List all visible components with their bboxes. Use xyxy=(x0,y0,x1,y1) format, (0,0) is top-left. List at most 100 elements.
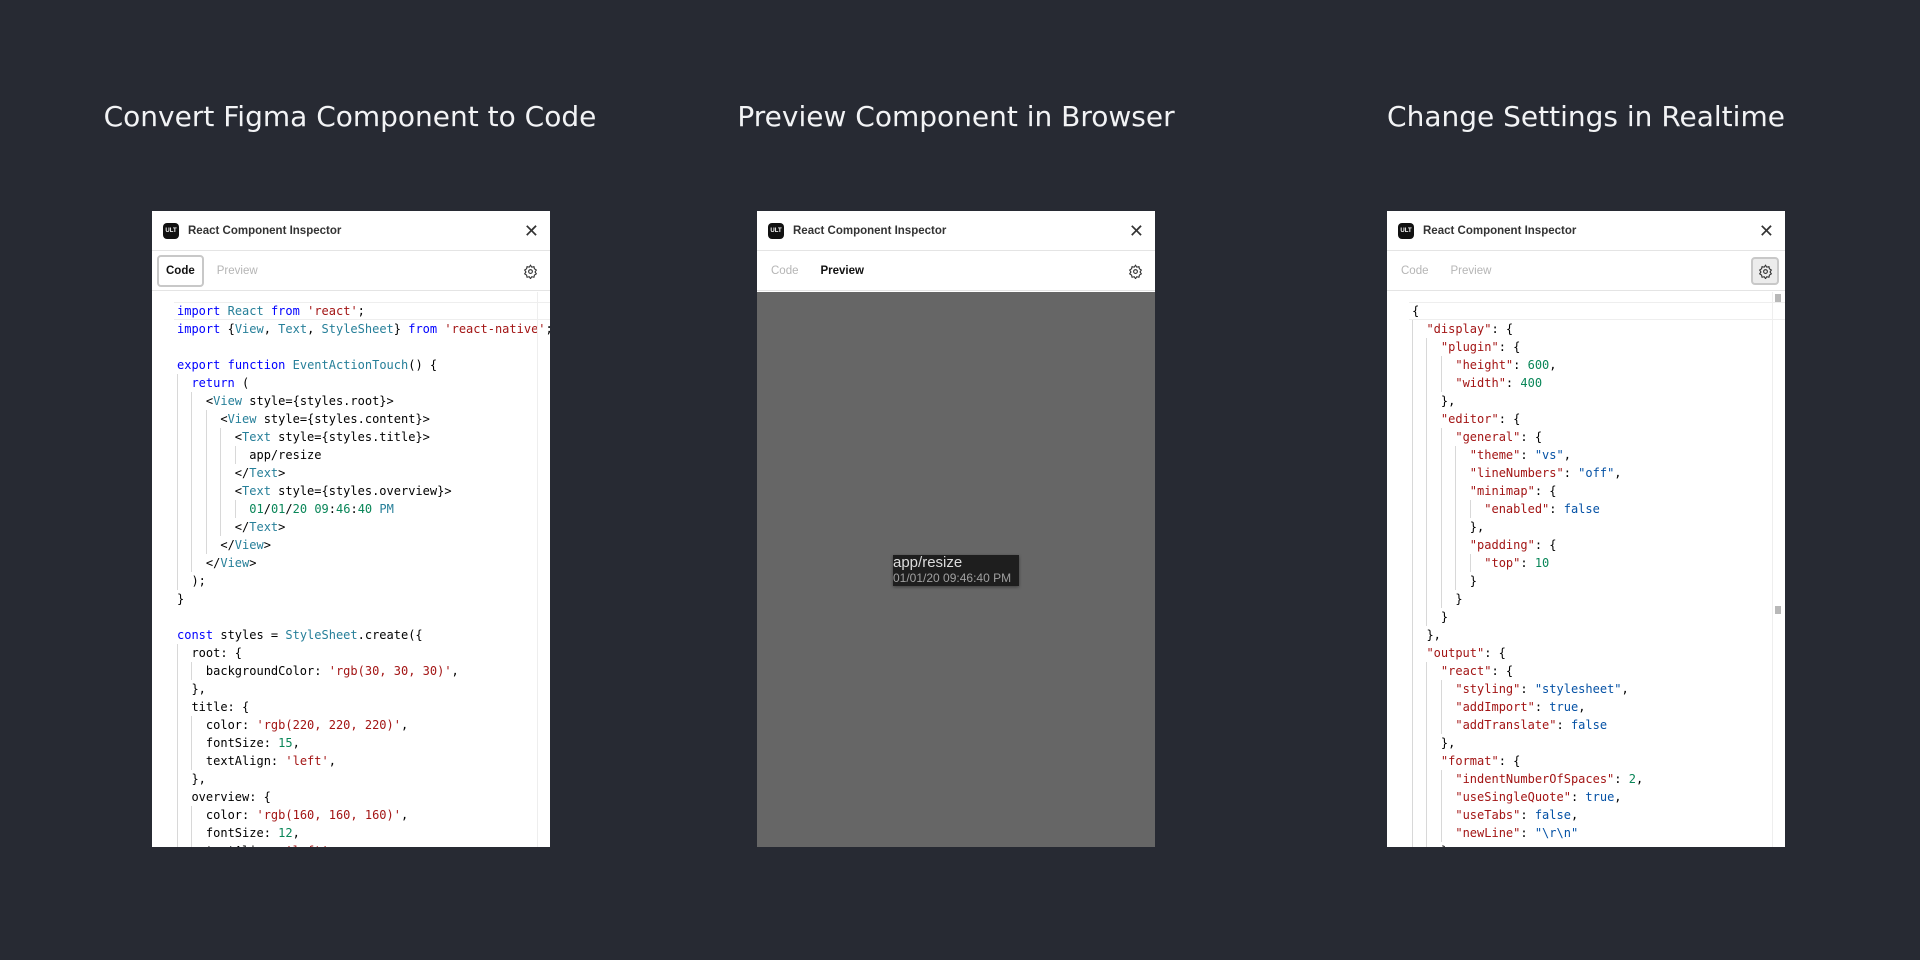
code-token: : xyxy=(328,502,336,516)
gear-icon[interactable] xyxy=(1751,257,1779,285)
indent-guide xyxy=(1412,788,1413,806)
code-token: overview: { xyxy=(191,790,271,804)
indent-guide xyxy=(191,824,193,842)
code-lines: import React from 'react'; import {View, … xyxy=(174,302,550,847)
indent-guide xyxy=(191,752,193,770)
code-line: "general": { xyxy=(1412,428,1785,446)
indent-guide xyxy=(177,518,178,536)
indent-guide xyxy=(1412,518,1413,536)
code-line: app/resize xyxy=(177,446,550,464)
indent-guide xyxy=(234,500,236,518)
code-token: true xyxy=(1549,700,1579,714)
indent-guide xyxy=(1455,482,1457,500)
code-token: color: xyxy=(205,808,257,822)
code-token: , xyxy=(1635,772,1644,786)
code-line: "indentNumberOfSpaces": 2, xyxy=(1412,770,1785,788)
code-token: } xyxy=(1455,592,1463,606)
indent-guide xyxy=(191,410,193,428)
indent-guide xyxy=(1426,842,1428,847)
code-token: "format" xyxy=(1440,754,1499,768)
code-token: }, xyxy=(1469,520,1485,534)
tab-code[interactable]: Code xyxy=(157,254,204,287)
code-token: : xyxy=(1614,772,1629,786)
code-token: StyleSheet xyxy=(285,628,358,642)
code-line: textAlign: 'left', xyxy=(177,842,550,847)
indent-guide xyxy=(1426,500,1428,518)
code-token: "addImport" xyxy=(1455,700,1535,714)
indent-guide xyxy=(177,716,178,734)
code-token: EventActionTouch xyxy=(292,358,409,372)
indent-guide xyxy=(1412,500,1413,518)
code-token: "display" xyxy=(1426,322,1492,336)
gear-icon[interactable] xyxy=(516,257,544,285)
inspector-window-preview: ULT React Component Inspector ✕ Code Pre… xyxy=(757,211,1155,847)
indent-guide xyxy=(1426,734,1428,752)
code-token: style={styles.root}> xyxy=(242,394,394,408)
code-token: 20 xyxy=(292,502,308,516)
indent-guide xyxy=(1412,374,1413,392)
inspector-window-settings: ULT React Component Inspector ✕ Code Pre… xyxy=(1387,211,1785,847)
code-token: : xyxy=(1549,502,1564,516)
close-icon[interactable]: ✕ xyxy=(1759,222,1774,240)
code-token: : xyxy=(1556,718,1571,732)
close-icon[interactable]: ✕ xyxy=(1129,222,1144,240)
indent-guide xyxy=(1440,824,1442,842)
code-token: } xyxy=(1441,844,1448,847)
code-token: StyleSheet xyxy=(321,322,394,336)
indent-guide xyxy=(1412,662,1413,680)
code-token: }, xyxy=(191,772,206,786)
indent-guide xyxy=(1412,824,1413,842)
indent-guide xyxy=(1440,428,1442,446)
code-token: false xyxy=(1570,718,1608,732)
code-token: < xyxy=(220,412,228,426)
code-token: from xyxy=(270,304,300,318)
code-token: "general" xyxy=(1455,430,1521,444)
tab-code[interactable]: Code xyxy=(1392,255,1438,287)
code-token: 09 xyxy=(314,502,329,516)
indent-guide xyxy=(1440,572,1442,590)
code-token: 01 xyxy=(249,502,264,516)
indent-guide xyxy=(1412,446,1413,464)
scrollbar-marker[interactable] xyxy=(1775,294,1781,302)
indent-guide xyxy=(1440,464,1442,482)
indent-guide xyxy=(220,446,222,464)
tab-preview[interactable]: Preview xyxy=(812,255,873,287)
code-line: } xyxy=(177,590,550,608)
code-token: () { xyxy=(408,358,438,372)
code-editor[interactable]: import React from 'react'; import {View, … xyxy=(152,292,550,847)
indent-guide xyxy=(1412,320,1413,338)
scrollbar-marker[interactable] xyxy=(1775,606,1781,614)
indent-guide xyxy=(220,464,222,482)
settings-editor[interactable]: {"display": {"plugin": {"height": 600, "w… xyxy=(1387,292,1785,847)
code-line: }, xyxy=(177,680,550,698)
code-token: fontSize: xyxy=(205,826,279,840)
code-token: .create({ xyxy=(357,628,423,642)
indent-guide xyxy=(1440,518,1442,536)
close-icon[interactable]: ✕ xyxy=(524,222,539,240)
indent-guide xyxy=(1455,500,1457,518)
code-token: backgroundColor: xyxy=(205,664,329,678)
code-line: backgroundColor: 'rgb(30, 30, 30)', xyxy=(177,662,550,680)
code-token: , xyxy=(400,718,409,732)
tab-code[interactable]: Code xyxy=(762,255,808,287)
code-token: "off" xyxy=(1578,466,1615,480)
code-token: < xyxy=(234,484,243,498)
indent-guide xyxy=(1440,374,1442,392)
indent-guide xyxy=(1412,734,1413,752)
code-line: "display": { xyxy=(1412,320,1785,338)
tab-preview[interactable]: Preview xyxy=(208,255,267,287)
code-token: : { xyxy=(1498,340,1521,354)
code-token: : { xyxy=(1534,538,1557,552)
code-line: "useTabs": false, xyxy=(1412,806,1785,824)
code-token: , xyxy=(292,826,300,840)
indent-guide xyxy=(1412,410,1413,428)
code-token: 'left' xyxy=(285,754,329,768)
gear-icon[interactable] xyxy=(1121,257,1149,285)
code-line: }, xyxy=(1412,734,1785,752)
tab-bar: Code Preview xyxy=(1387,251,1785,291)
tab-preview[interactable]: Preview xyxy=(1442,255,1501,287)
indent-guide xyxy=(1440,770,1442,788)
